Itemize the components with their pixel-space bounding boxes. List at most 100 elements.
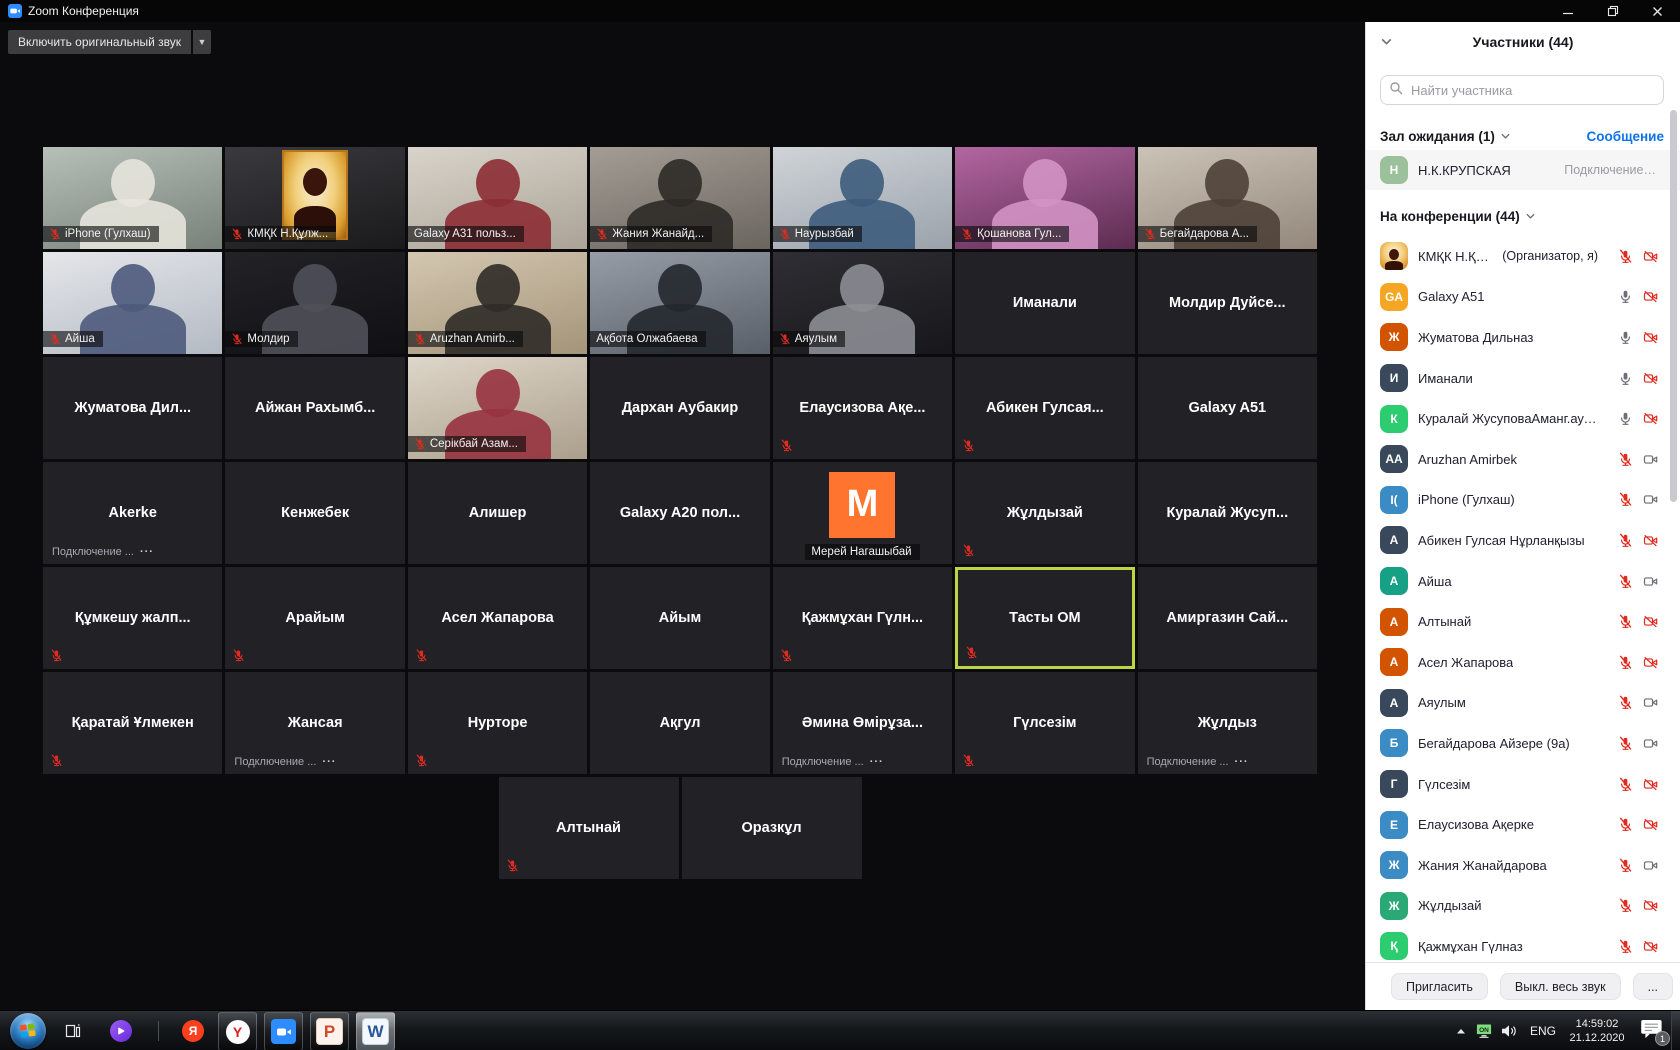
participants-list: КМҚК Н.Құл...(Организатор, я)GAGalaxy A5… bbox=[1366, 236, 1680, 963]
participant-row[interactable]: ККуралай ЖусуповаАманг.ауд.Ы... bbox=[1366, 398, 1680, 439]
more-options-button[interactable]: ... bbox=[1633, 973, 1673, 1000]
mute-all-button[interactable]: Выкл. весь звук bbox=[1500, 973, 1621, 1000]
video-tile[interactable]: Елаусизова Ақе... bbox=[773, 357, 952, 459]
restore-button[interactable] bbox=[1590, 0, 1635, 22]
video-tile[interactable]: Жания Жанайд... bbox=[590, 147, 769, 249]
in-meeting-section[interactable]: На конференции (44) bbox=[1380, 209, 1536, 224]
volume-icon[interactable] bbox=[1496, 1024, 1522, 1038]
video-tile[interactable]: ЖансаяПодключение ...··· bbox=[225, 672, 404, 774]
participant-row[interactable]: ААсел Жапарова bbox=[1366, 642, 1680, 683]
video-tile[interactable]: КМҚК Н.Құлж... bbox=[225, 147, 404, 249]
language-indicator[interactable]: ENG bbox=[1530, 1024, 1556, 1038]
participant-row[interactable]: ЖЖания Жанайдарова bbox=[1366, 845, 1680, 886]
participant-row[interactable]: AAAruzhan Amirbek bbox=[1366, 439, 1680, 480]
video-tile[interactable]: Иманали bbox=[955, 252, 1134, 354]
word-taskbar-button[interactable]: W bbox=[356, 1012, 395, 1050]
video-tile[interactable]: Молдир Дуйсе... bbox=[1138, 252, 1317, 354]
video-tile[interactable]: Гүлсезім bbox=[955, 672, 1134, 774]
video-tile[interactable]: Құмкешу жалп... bbox=[43, 567, 222, 669]
participant-row[interactable]: ЖЖұлдызай bbox=[1366, 886, 1680, 927]
video-tile[interactable]: Galaxy A20 пол... bbox=[590, 462, 769, 564]
participant-row[interactable]: I(iPhone (Гулхаш) bbox=[1366, 480, 1680, 521]
tray-time: 14:59:02 bbox=[1576, 1018, 1619, 1030]
video-tile[interactable]: Ақгул bbox=[590, 672, 769, 774]
camera-off-icon bbox=[1643, 817, 1658, 832]
waiting-participant-row[interactable]: Н Н.К.КРУПСКАЯ Подключение… bbox=[1366, 150, 1680, 190]
yandex-icon[interactable]: Я bbox=[182, 1020, 204, 1042]
participant-row[interactable]: ЖЖуматова Дильназ bbox=[1366, 317, 1680, 358]
minimize-button[interactable] bbox=[1545, 0, 1590, 22]
participant-row[interactable]: ААяулым bbox=[1366, 683, 1680, 724]
video-tile[interactable]: MМерей Нагашыбай bbox=[773, 462, 952, 564]
video-tile[interactable]: Тасты ОМ bbox=[955, 567, 1134, 669]
alice-assistant-icon[interactable] bbox=[110, 1020, 132, 1042]
zoom-taskbar-button[interactable] bbox=[264, 1012, 303, 1050]
message-link[interactable]: Сообщение bbox=[1587, 129, 1664, 144]
video-tile[interactable]: Ақбота Олжабаева bbox=[590, 252, 769, 354]
pinned-panel-icon[interactable] bbox=[62, 1020, 84, 1042]
window-titlebar: Zoom Конференция bbox=[0, 0, 1680, 22]
video-tile[interactable]: Айша bbox=[43, 252, 222, 354]
participant-avatar: Қ bbox=[1380, 932, 1408, 960]
video-tile[interactable]: Әмина Өмірұза...Подключение ...··· bbox=[773, 672, 952, 774]
video-tile[interactable]: Galaxy A31 польз... bbox=[408, 147, 587, 249]
video-tile[interactable]: Наурызбай bbox=[773, 147, 952, 249]
video-tile[interactable]: AkerkeПодключение ...··· bbox=[43, 462, 222, 564]
video-tile[interactable]: Арайым bbox=[225, 567, 404, 669]
video-tile[interactable]: Жуматова Дил... bbox=[43, 357, 222, 459]
search-input[interactable] bbox=[1409, 82, 1655, 99]
video-tile[interactable]: Алтынай bbox=[499, 777, 679, 879]
powerpoint-taskbar-button[interactable]: P bbox=[310, 1012, 349, 1050]
panel-scrollbar[interactable] bbox=[1670, 110, 1677, 502]
audio-dropdown-arrow[interactable]: ▼ bbox=[193, 30, 211, 54]
video-tile[interactable]: Оразкұл bbox=[682, 777, 862, 879]
video-tile[interactable]: Aruzhan Amirb... bbox=[408, 252, 587, 354]
video-tile[interactable]: Бегайдарова А... bbox=[1138, 147, 1317, 249]
video-tile[interactable]: Алишер bbox=[408, 462, 587, 564]
video-tile[interactable]: Дархан Аубакир bbox=[590, 357, 769, 459]
panel-collapse-chevron-icon[interactable] bbox=[1380, 35, 1393, 48]
mic-off-icon bbox=[232, 649, 245, 662]
taskbar-clock[interactable]: 14:59:02 21.12.2020 bbox=[1564, 1017, 1630, 1045]
close-button[interactable] bbox=[1635, 0, 1680, 22]
show-desktop-strip[interactable] bbox=[1671, 1011, 1680, 1050]
participant-row[interactable]: КМҚК Н.Құл...(Организатор, я) bbox=[1366, 236, 1680, 277]
video-tile[interactable]: Нурторе bbox=[408, 672, 587, 774]
participant-row[interactable]: ИИманали bbox=[1366, 358, 1680, 399]
display-icon[interactable]: ON bbox=[1472, 1023, 1496, 1039]
participant-row[interactable]: ББегайдарова Айзере (9а) bbox=[1366, 723, 1680, 764]
invite-button[interactable]: Пригласить bbox=[1391, 973, 1488, 1000]
participant-row[interactable]: ЕЕлаусизова Ақерке bbox=[1366, 804, 1680, 845]
tray-arrow-icon[interactable] bbox=[1450, 1027, 1472, 1035]
participant-row[interactable]: ГГүлсезім bbox=[1366, 764, 1680, 805]
video-tile[interactable]: Аяулым bbox=[773, 252, 952, 354]
video-tile[interactable]: Жұлдызай bbox=[955, 462, 1134, 564]
participant-row[interactable]: ААбикен Гулсая Нұрланқызы bbox=[1366, 520, 1680, 561]
video-tile[interactable]: Айжан Рахымб... bbox=[225, 357, 404, 459]
video-tile[interactable]: Серікбай Азам... bbox=[408, 357, 587, 459]
notification-icon[interactable]: 1 bbox=[1640, 1018, 1666, 1044]
video-tile[interactable]: Қажмұхан Гүлн... bbox=[773, 567, 952, 669]
enable-original-sound-button[interactable]: Включить оригинальный звук ▼ bbox=[8, 30, 211, 54]
video-tile[interactable]: Қошанова Гул... bbox=[955, 147, 1134, 249]
video-tile[interactable]: iPhone (Гулхаш) bbox=[43, 147, 222, 249]
participant-row[interactable]: ААлтынай bbox=[1366, 601, 1680, 642]
waiting-room-section[interactable]: Зал ожидания (1) bbox=[1380, 129, 1511, 144]
video-tile[interactable]: Айым bbox=[590, 567, 769, 669]
video-tile[interactable]: Кенжебек bbox=[225, 462, 404, 564]
participant-row[interactable]: ҚҚажмұхан Гүлназ bbox=[1366, 926, 1680, 963]
tile-label: Жания Жанайд... bbox=[590, 226, 712, 242]
video-tile[interactable]: Қаратай Ұлмекен bbox=[43, 672, 222, 774]
video-tile[interactable]: Абикен Гулсая... bbox=[955, 357, 1134, 459]
start-button[interactable] bbox=[10, 1013, 46, 1049]
yandex-browser-taskbar-button[interactable]: Y bbox=[218, 1012, 257, 1050]
video-tile[interactable]: Асел Жапарова bbox=[408, 567, 587, 669]
video-tile[interactable]: Амиргазин Сай... bbox=[1138, 567, 1317, 669]
participant-row[interactable]: GAGalaxy A51 bbox=[1366, 277, 1680, 318]
video-tile[interactable]: Молдир bbox=[225, 252, 404, 354]
video-tile[interactable]: Galaxy A51 bbox=[1138, 357, 1317, 459]
video-tile[interactable]: Куралай Жусуп... bbox=[1138, 462, 1317, 564]
video-tile[interactable]: ЖұлдызПодключение ...··· bbox=[1138, 672, 1317, 774]
search-participant-box[interactable] bbox=[1380, 75, 1664, 105]
participant-row[interactable]: ААйша bbox=[1366, 561, 1680, 602]
